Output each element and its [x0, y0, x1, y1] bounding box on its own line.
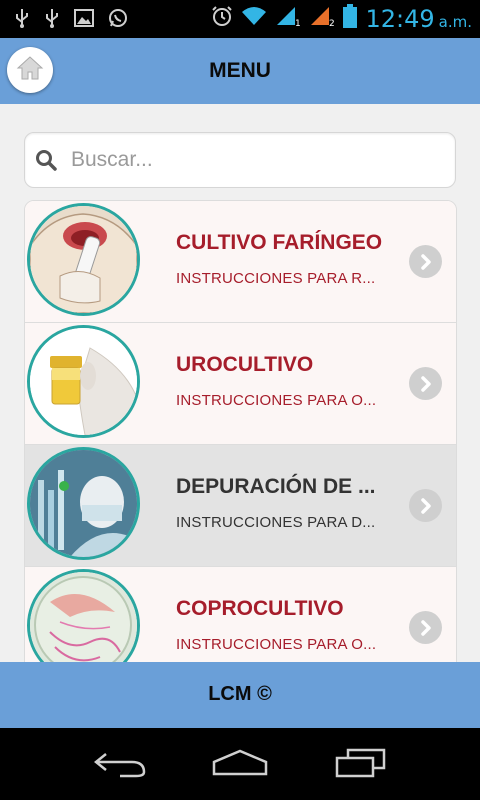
signal-sim1-icon: 1: [275, 5, 301, 33]
battery-icon: [343, 4, 358, 34]
item-subtitle: INSTRUCCIONES PARA R...: [176, 270, 376, 287]
search-box[interactable]: [24, 132, 456, 188]
alarm-icon: [211, 5, 233, 33]
search-icon: [35, 149, 57, 176]
list-item-urocultivo[interactable]: UROCULTIVO INSTRUCCIONES PARA O...: [25, 323, 456, 445]
main-content: CULTIVO FARÍNGEO INSTRUCCIONES PARA R...…: [0, 104, 480, 662]
clock-time: 12:49: [365, 5, 435, 33]
clock-ampm: a.m.: [438, 13, 472, 31]
signal-sim2-icon: 2: [309, 5, 335, 33]
svg-text:2: 2: [329, 19, 335, 27]
item-title: UROCULTIVO: [176, 353, 314, 376]
list-item-depuracion[interactable]: DEPURACIÓN DE ... INSTRUCCIONES PARA D..…: [25, 445, 456, 567]
recent-apps-icon: [334, 748, 388, 784]
list-item-cultivo-faringeo[interactable]: CULTIVO FARÍNGEO INSTRUCCIONES PARA R...: [25, 201, 456, 323]
lab-scientist-thumbnail: [27, 447, 140, 560]
chevron-right-icon: [409, 611, 442, 644]
list-item-coprocultivo[interactable]: COPROCULTIVO INSTRUCCIONES PARA O...: [25, 567, 456, 662]
wifi-icon: [241, 6, 267, 32]
footer-copyright: LCM ©: [208, 683, 272, 705]
item-title: COPROCULTIVO: [176, 597, 344, 620]
status-bar: 1 2 12:49 a.m.: [0, 0, 480, 38]
throat-swab-thumbnail: [27, 203, 140, 316]
chevron-right-icon: [409, 489, 442, 522]
chevron-right-icon: [409, 245, 442, 278]
search-input[interactable]: [69, 141, 443, 179]
home-nav-icon: [211, 749, 269, 784]
item-title: CULTIVO FARÍNGEO: [176, 231, 383, 254]
recent-apps-button[interactable]: [334, 748, 388, 785]
back-button[interactable]: [92, 748, 148, 783]
usb-icon: [14, 8, 30, 34]
usb-debug-icon: [44, 8, 60, 34]
home-nav-button[interactable]: [211, 748, 269, 785]
navigation-bar: [0, 728, 480, 800]
back-icon: [92, 753, 148, 782]
menu-list: CULTIVO FARÍNGEO INSTRUCCIONES PARA R...…: [24, 200, 457, 662]
urine-sample-thumbnail: [27, 325, 140, 438]
item-subtitle: INSTRUCCIONES PARA O...: [176, 392, 377, 409]
app-header: MENU: [0, 38, 480, 104]
image-icon: [74, 9, 94, 33]
app-footer: LCM ©: [0, 662, 480, 728]
page-title: MENU: [209, 59, 271, 82]
item-title: DEPURACIÓN DE ...: [176, 475, 376, 498]
svg-text:1: 1: [295, 19, 301, 27]
whatsapp-icon: [108, 8, 128, 34]
petri-dish-thumbnail: [27, 569, 140, 662]
item-subtitle: INSTRUCCIONES PARA D...: [176, 514, 376, 531]
item-subtitle: INSTRUCCIONES PARA O...: [176, 636, 377, 653]
chevron-right-icon: [409, 367, 442, 400]
